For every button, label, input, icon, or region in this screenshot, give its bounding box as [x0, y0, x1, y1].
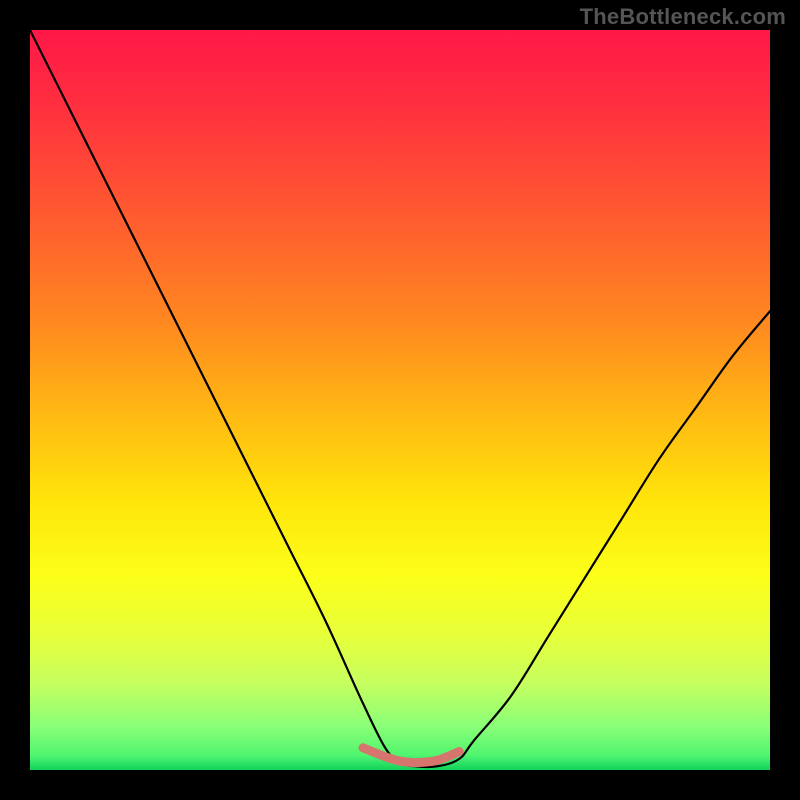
- chart-frame: TheBottleneck.com: [0, 0, 800, 800]
- bottleneck-curve-svg: [30, 30, 770, 770]
- plot-area: [30, 30, 770, 770]
- watermark-text: TheBottleneck.com: [580, 4, 786, 30]
- optimal-range-highlight-path: [363, 748, 459, 763]
- bottleneck-curve-path: [30, 30, 770, 767]
